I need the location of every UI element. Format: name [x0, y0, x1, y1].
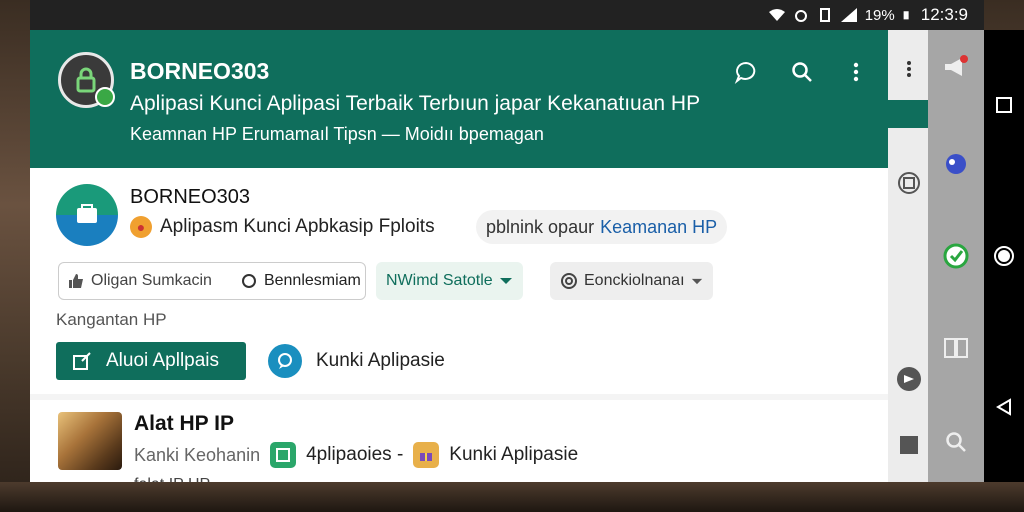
item-title: Alat HP IP — [134, 412, 234, 435]
battery-icon — [903, 11, 909, 20]
page-tagline: Keamnan HP Erumamaıl Tipsn — Moidıı bpem… — [130, 124, 544, 144]
app-grid-icon — [270, 442, 297, 468]
gallery-icon — [898, 172, 920, 194]
search-icon — [946, 432, 966, 452]
primary-action-label: Aluoi Apllpais — [106, 350, 220, 371]
edit-icon — [73, 352, 91, 370]
wind-dropdown[interactable]: NWimd Satotle — [376, 262, 523, 300]
home-icon[interactable] — [993, 245, 1015, 267]
verified-badge-icon — [95, 87, 115, 107]
refresh-icon — [241, 274, 256, 288]
play-icon — [897, 367, 921, 391]
alarm-icon — [794, 10, 807, 22]
chat-button[interactable] — [730, 56, 762, 88]
side-square-button[interactable] — [896, 432, 922, 458]
gift-icon — [413, 442, 440, 468]
side-accent-strip — [888, 100, 928, 128]
item-meta: Kanki Keohanin 4plipaoies - Kunki Aplipa… — [134, 442, 578, 468]
app-header: BORNEO303 Aplipasi Kunci Aplipasi Terbai… — [30, 30, 888, 168]
chevron-down-icon — [691, 278, 702, 284]
settings-dropdown-label: Eonckiolnanaı — [584, 272, 685, 289]
rail-search-button[interactable] — [942, 428, 970, 456]
page-title: BORNEO303 — [130, 58, 270, 84]
book-icon — [944, 338, 968, 358]
gamepad-icon — [946, 154, 966, 174]
list-item[interactable]: Alat HP IP Kanki Keohanin 4plipaoies - K… — [30, 400, 888, 482]
chip-right[interactable]: Bennlesmiam — [232, 263, 369, 299]
system-navigation-bar — [984, 30, 1024, 482]
item-meta-muted: Kanki Keohanin — [134, 444, 261, 465]
check-icon — [943, 243, 969, 269]
side-play-button[interactable] — [896, 366, 922, 392]
page-subtitle: Aplipasi Kunci Aplipasi Terbaik Terbıun … — [130, 92, 701, 115]
chip-right-label: Bennlesmiam — [263, 272, 361, 289]
chat-icon — [734, 61, 756, 84]
status-bar: 19% 12:3:9 — [30, 0, 984, 30]
section-label: Kangantan HP — [56, 310, 167, 329]
post-author[interactable]: BORNEO303 — [130, 186, 250, 209]
post-text: Aplipasm Kunci Apbkasip Fploits — [160, 216, 435, 237]
primary-action-button[interactable]: Aluoi Apllpais — [56, 342, 246, 380]
at-sign-icon — [561, 273, 577, 289]
chip-left[interactable]: Oligan Sumkacin — [59, 263, 220, 299]
more-vert-icon — [853, 62, 859, 82]
more-vert-icon — [907, 61, 911, 77]
next-item-preview: falat IP HP — [134, 476, 210, 482]
rail-check-button[interactable] — [942, 242, 970, 270]
search-icon — [792, 62, 812, 82]
square-icon — [900, 436, 918, 454]
post-tag-link[interactable]: Keamanan HP — [600, 217, 717, 238]
chevron-down-icon — [499, 278, 512, 284]
wifi-icon — [768, 9, 785, 21]
rail-announce-button[interactable] — [942, 54, 970, 82]
clock: 12:3:9 — [920, 5, 968, 24]
photo-frame-bottom — [0, 482, 1024, 512]
thumbs-up-icon — [69, 274, 83, 288]
wind-dropdown-label: NWimd Satotle — [386, 272, 493, 289]
avatar[interactable] — [56, 184, 118, 246]
angry-face-icon: ● — [130, 216, 152, 238]
post-tag[interactable]: pblnink opaur Keamanan HP — [476, 210, 728, 244]
shield-chat-icon — [77, 204, 97, 223]
rail-game-button[interactable] — [942, 150, 970, 178]
back-icon[interactable] — [995, 398, 1013, 417]
chat-bubble-icon[interactable] — [268, 344, 302, 378]
lock-icon — [76, 67, 96, 93]
megaphone-icon — [945, 55, 968, 76]
search-button[interactable] — [786, 56, 818, 88]
side-gallery-button[interactable] — [896, 170, 922, 196]
post-card: BORNEO303 ● Aplipasm Kunci Apbkasip Fplo… — [30, 168, 888, 394]
side-more-button[interactable] — [896, 56, 922, 82]
battery-percent: 19% — [864, 6, 895, 24]
post-tag-text: pblnink opaur — [486, 216, 595, 237]
speech-bubble-icon — [278, 353, 292, 369]
overflow-menu-button[interactable] — [840, 56, 872, 88]
recents-icon[interactable] — [995, 96, 1013, 114]
app-logo[interactable] — [58, 52, 115, 108]
main-content: BORNEO303 ● Aplipasm Kunci Apbkasip Fplo… — [30, 168, 888, 482]
settings-dropdown[interactable]: Eonckiolnanaı — [550, 262, 713, 300]
right-rail — [928, 30, 984, 482]
chip-left-label: Oligan Sumkacin — [91, 272, 212, 289]
rail-book-button[interactable] — [942, 334, 970, 362]
item-meta-end: Kunki Aplipasie — [449, 444, 579, 465]
signal-icon — [840, 8, 857, 22]
item-meta-mid: 4plipaoies - — [306, 444, 404, 465]
vibrate-icon — [819, 8, 830, 22]
filter-chip-group: Oligan Sumkacin Bennlesmiam — [58, 262, 366, 300]
side-panel — [888, 30, 928, 482]
secondary-action-label[interactable]: Kunki Aplipasie — [316, 350, 445, 372]
item-thumbnail — [58, 412, 122, 470]
